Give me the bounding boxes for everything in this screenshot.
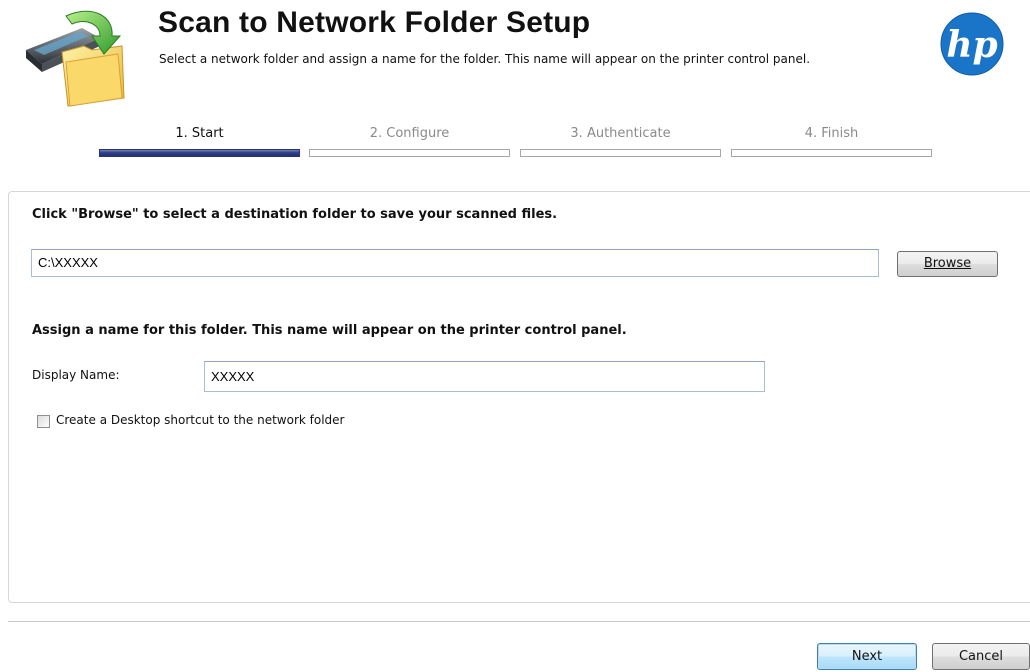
page-subtitle: Select a network folder and assign a nam…	[159, 52, 811, 66]
step-progress-bar	[731, 149, 932, 157]
step-finish: 4. Finish	[731, 126, 932, 157]
scan-to-folder-icon	[26, 10, 125, 107]
step-authenticate: 3. Authenticate	[520, 126, 721, 157]
display-name-label: Display Name:	[32, 368, 120, 382]
step-progress-bar	[309, 149, 510, 157]
cancel-button[interactable]: Cancel	[932, 643, 1030, 670]
step-start: 1. Start	[99, 126, 300, 157]
step-progress-bar	[520, 149, 721, 157]
wizard-header: Scan to Network Folder Setup Select a ne…	[0, 0, 1030, 190]
display-name-input[interactable]: XXXXX	[204, 361, 765, 392]
footer-separator	[8, 621, 1030, 623]
name-instruction: Assign a name for this folder. This name…	[32, 323, 627, 338]
step-label: 3. Authenticate	[570, 126, 671, 141]
folder-path-input[interactable]: C:\XXXXX	[31, 249, 879, 277]
step-label: 1. Start	[175, 126, 224, 141]
desktop-shortcut-label[interactable]: Create a Desktop shortcut to the network…	[56, 413, 344, 427]
hp-logo-text: hp	[946, 24, 997, 66]
step-configure: 2. Configure	[309, 126, 510, 157]
next-button[interactable]: Next	[817, 643, 917, 670]
folder-instruction: Click "Browse" to select a destination f…	[32, 207, 558, 222]
wizard-steps: 1. Start 2. Configure 3. Authenticate 4.…	[99, 126, 933, 162]
browse-button-label: Browse	[923, 256, 972, 271]
step-label: 4. Finish	[804, 126, 859, 141]
step-progress-bar	[99, 149, 300, 157]
browse-button[interactable]: Browse	[897, 251, 998, 277]
step-label: 2. Configure	[369, 126, 450, 141]
page-title: Scan to Network Folder Setup	[158, 6, 591, 39]
hp-logo: hp	[940, 12, 1004, 76]
desktop-shortcut-checkbox[interactable]	[37, 415, 50, 428]
